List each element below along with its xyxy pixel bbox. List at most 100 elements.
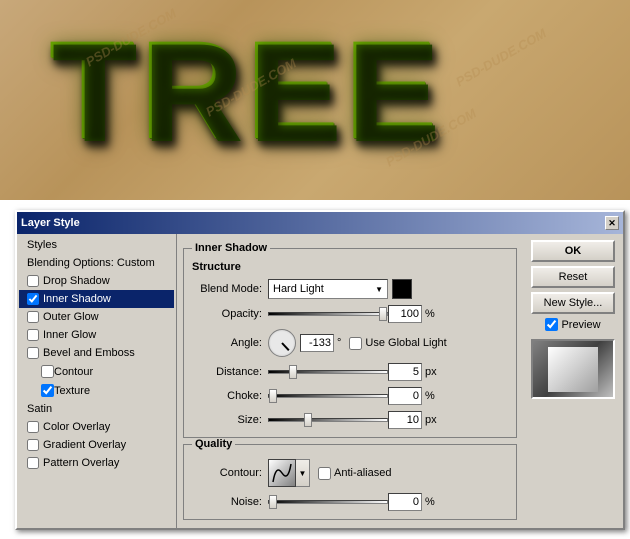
sidebar-item-contour[interactable]: Contour bbox=[19, 362, 174, 381]
size-row: Size: px bbox=[192, 411, 508, 429]
new-style-button[interactable]: New Style... bbox=[531, 292, 615, 314]
opacity-thumb[interactable] bbox=[379, 307, 387, 321]
blend-mode-label: Blend Mode: bbox=[192, 283, 262, 295]
distance-slider[interactable] bbox=[268, 370, 388, 374]
preview-checkbox[interactable] bbox=[545, 318, 558, 331]
use-global-light-checkbox[interactable] bbox=[349, 337, 362, 350]
opacity-label: Opacity: bbox=[192, 308, 262, 320]
sidebar-item-outer-glow[interactable]: Outer Glow bbox=[19, 308, 174, 326]
inner-shadow-checkbox[interactable] bbox=[27, 293, 39, 305]
opacity-unit: % bbox=[425, 308, 435, 320]
choke-input[interactable] bbox=[388, 387, 422, 405]
angle-dial[interactable] bbox=[268, 329, 296, 357]
sidebar-item-pattern-overlay[interactable]: Pattern Overlay bbox=[19, 454, 174, 472]
blend-mode-dropdown[interactable]: Hard Light ▼ bbox=[268, 279, 388, 299]
dialog-overlay: Layer Style ✕ Styles Blending Options: C… bbox=[0, 200, 630, 539]
anti-aliased-label[interactable]: Anti-aliased bbox=[318, 467, 391, 480]
color-overlay-checkbox[interactable] bbox=[27, 421, 39, 433]
distance-unit: px bbox=[425, 366, 437, 378]
contour-preview[interactable] bbox=[268, 459, 296, 487]
drop-shadow-checkbox[interactable] bbox=[27, 275, 39, 287]
angle-input[interactable] bbox=[300, 334, 334, 352]
noise-unit: % bbox=[425, 496, 435, 508]
preview-box bbox=[531, 339, 615, 399]
noise-row: Noise: % bbox=[192, 493, 508, 511]
left-panel: Styles Blending Options: Custom Drop Sha… bbox=[17, 234, 177, 528]
blend-mode-value: Hard Light bbox=[273, 283, 324, 295]
preview-label: Preview bbox=[561, 319, 600, 331]
preview-inner bbox=[548, 347, 598, 392]
angle-needle bbox=[281, 342, 289, 351]
choke-label: Choke: bbox=[192, 390, 262, 402]
dialog-body: Styles Blending Options: Custom Drop Sha… bbox=[17, 234, 623, 528]
noise-input[interactable] bbox=[388, 493, 422, 511]
preview-row: Preview bbox=[545, 318, 600, 331]
use-global-light-text: Use Global Light bbox=[365, 337, 446, 349]
structure-title: Structure bbox=[192, 261, 508, 273]
choke-row: Choke: % bbox=[192, 387, 508, 405]
sidebar-item-inner-glow[interactable]: Inner Glow bbox=[19, 326, 174, 344]
use-global-light-label[interactable]: Use Global Light bbox=[349, 337, 446, 350]
gradient-overlay-checkbox[interactable] bbox=[27, 439, 39, 451]
sidebar-item-texture[interactable]: Texture bbox=[19, 381, 174, 400]
main-content: Inner Shadow Structure Blend Mode: Hard … bbox=[177, 234, 523, 528]
sidebar-item-drop-shadow[interactable]: Drop Shadow bbox=[19, 272, 174, 290]
sidebar-item-inner-shadow[interactable]: Inner Shadow bbox=[19, 290, 174, 308]
layer-style-dialog: Layer Style ✕ Styles Blending Options: C… bbox=[15, 210, 625, 530]
choke-unit: % bbox=[425, 390, 435, 402]
ok-button[interactable]: OK bbox=[531, 240, 615, 262]
distance-input[interactable] bbox=[388, 363, 422, 381]
quality-title: Quality bbox=[192, 438, 235, 450]
sidebar-item-gradient-overlay[interactable]: Gradient Overlay bbox=[19, 436, 174, 454]
sidebar-item-satin[interactable]: Satin bbox=[19, 400, 174, 418]
contour-dropdown-btn[interactable]: ▼ bbox=[296, 459, 310, 487]
distance-thumb[interactable] bbox=[289, 365, 297, 379]
opacity-row: Opacity: % bbox=[192, 305, 508, 323]
noise-thumb[interactable] bbox=[269, 495, 277, 509]
dialog-title-bar: Layer Style ✕ bbox=[17, 212, 623, 234]
size-label: Size: bbox=[192, 414, 262, 426]
watermark-4: PSD-DUDE.COM bbox=[453, 26, 549, 90]
contour-checkbox[interactable] bbox=[41, 365, 54, 378]
right-panel: OK Reset New Style... Preview bbox=[523, 234, 623, 528]
dropdown-arrow-icon: ▼ bbox=[375, 285, 383, 294]
outer-glow-checkbox[interactable] bbox=[27, 311, 39, 323]
inner-shadow-title: Inner Shadow bbox=[192, 242, 270, 254]
opacity-slider[interactable] bbox=[268, 312, 388, 316]
contour-row: Contour: ▼ Anti-aliased bbox=[192, 459, 508, 487]
angle-unit: ° bbox=[337, 337, 341, 349]
canvas-area: TREE PSD-DUDE.COM PSD-DUDE.COM PSD-DUDE.… bbox=[0, 0, 630, 200]
inner-shadow-section: Inner Shadow Structure Blend Mode: Hard … bbox=[183, 248, 517, 438]
noise-label: Noise: bbox=[192, 496, 262, 508]
close-button[interactable]: ✕ bbox=[605, 216, 619, 230]
angle-label: Angle: bbox=[192, 337, 262, 349]
size-unit: px bbox=[425, 414, 437, 426]
anti-aliased-text: Anti-aliased bbox=[334, 467, 391, 479]
bevel-emboss-checkbox[interactable] bbox=[27, 347, 39, 359]
contour-label: Contour: bbox=[192, 467, 262, 479]
tree-text: TREE bbox=[50, 10, 443, 172]
sidebar-item-color-overlay[interactable]: Color Overlay bbox=[19, 418, 174, 436]
size-input[interactable] bbox=[388, 411, 422, 429]
distance-row: Distance: px bbox=[192, 363, 508, 381]
anti-aliased-checkbox[interactable] bbox=[318, 467, 331, 480]
sidebar-item-bevel-emboss[interactable]: Bevel and Emboss bbox=[19, 344, 174, 362]
opacity-input[interactable] bbox=[388, 305, 422, 323]
blend-mode-row: Blend Mode: Hard Light ▼ bbox=[192, 279, 508, 299]
quality-section: Quality Contour: ▼ bbox=[183, 444, 517, 520]
sidebar-item-blending[interactable]: Blending Options: Custom bbox=[19, 254, 174, 272]
choke-slider[interactable] bbox=[268, 394, 388, 398]
sidebar-item-styles[interactable]: Styles bbox=[19, 236, 174, 254]
inner-glow-checkbox[interactable] bbox=[27, 329, 39, 341]
pattern-overlay-checkbox[interactable] bbox=[27, 457, 39, 469]
dialog-title: Layer Style bbox=[21, 217, 80, 229]
texture-checkbox[interactable] bbox=[41, 384, 54, 397]
blend-color-swatch[interactable] bbox=[392, 279, 412, 299]
size-slider[interactable] bbox=[268, 418, 388, 422]
angle-row: Angle: ° Use Global Light bbox=[192, 329, 508, 357]
choke-thumb[interactable] bbox=[269, 389, 277, 403]
reset-button[interactable]: Reset bbox=[531, 266, 615, 288]
noise-slider[interactable] bbox=[268, 500, 388, 504]
distance-label: Distance: bbox=[192, 366, 262, 378]
size-thumb[interactable] bbox=[304, 413, 312, 427]
